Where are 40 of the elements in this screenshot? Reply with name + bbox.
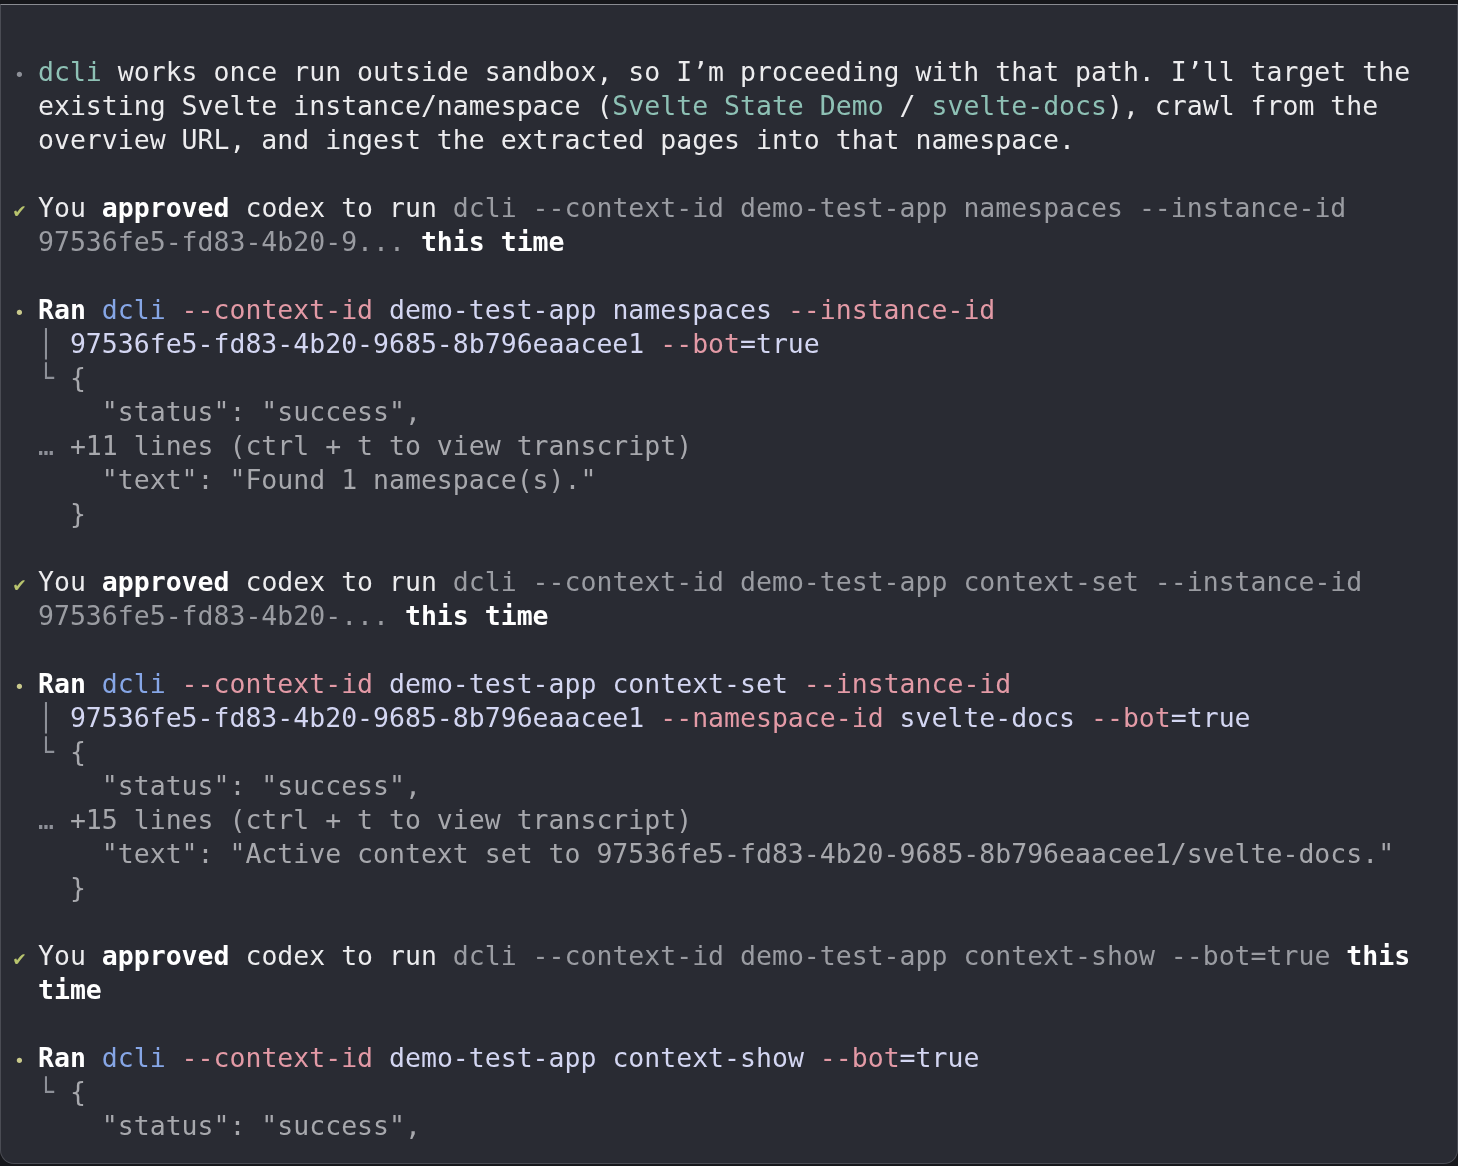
tree-connector: └ — [38, 362, 54, 393]
bullet-icon: • — [14, 676, 25, 697]
message-line: You approved codex to run dcli --context-id demo-test-app namespaces --instance-id — [38, 191, 1347, 225]
output-line: { — [69, 735, 86, 769]
output-line: } — [69, 497, 86, 531]
message-line: Ran dcli --context-id demo-test-app context-show --bot=true — [38, 1041, 980, 1075]
tree-connector: │ — [38, 328, 54, 359]
output-line: "text": "Active context set to 97536fe5-fd83-4b20-9685-8b796eaacee1/svelte-docs." — [100, 837, 1395, 871]
message-line: You approved codex to run dcli --context-id demo-test-app context-show --bot=true this — [38, 939, 1411, 973]
tree-connector: … — [38, 804, 54, 835]
message-line: overview URL, and ingest the extracted pages into that namespace. — [38, 123, 1076, 157]
tree-connector: │ — [38, 702, 54, 733]
output-line: +15 lines (ctrl + t to view transcript) — [69, 803, 693, 837]
output-line: { — [69, 1075, 86, 1109]
message-line: Ran dcli --context-id demo-test-app namespaces --instance-id — [38, 293, 996, 327]
output-line: "status": "success", — [100, 769, 421, 803]
tree-connector: └ — [38, 1076, 54, 1107]
message-line: 97536fe5-fd83-4b20-9... this time — [38, 225, 565, 259]
check-icon: ✔ — [13, 198, 26, 222]
output-line: 97536fe5-fd83-4b20-9685-8b796eaacee1 --namespace-id svelte-docs --bot=true — [69, 701, 1251, 735]
output-line: "status": "success", — [100, 395, 421, 429]
check-icon: ✔ — [13, 946, 26, 970]
message-line: time — [38, 973, 102, 1007]
bullet-icon: • — [14, 1050, 25, 1071]
message-line: dcli works once run outside sandbox, so I’m proceeding with that path. I’ll target the — [38, 55, 1411, 89]
output-line: } — [69, 871, 86, 905]
bullet-icon: • — [14, 302, 25, 323]
tree-connector: └ — [38, 736, 54, 767]
bullet-icon: • — [14, 64, 25, 85]
message-line: existing Svelte instance/namespace (Svelte State Demo / svelte-docs), crawl from the — [38, 89, 1379, 123]
output-line: +11 lines (ctrl + t to view transcript) — [69, 429, 693, 463]
output-line: "status": "success", — [100, 1109, 421, 1143]
check-icon: ✔ — [13, 572, 26, 596]
message-line: Ran dcli --context-id demo-test-app context-set --instance-id — [38, 667, 1012, 701]
output-line: "text": "Found 1 namespace(s)." — [100, 463, 597, 497]
tree-connector: … — [38, 430, 54, 461]
message-line: You approved codex to run dcli --context-id demo-test-app context-set --instance-id — [38, 565, 1363, 599]
output-line: { — [69, 361, 86, 395]
output-line: 97536fe5-fd83-4b20-9685-8b796eaacee1 --bot=true — [69, 327, 820, 361]
message-line: 97536fe5-fd83-4b20-... this time — [38, 599, 549, 633]
